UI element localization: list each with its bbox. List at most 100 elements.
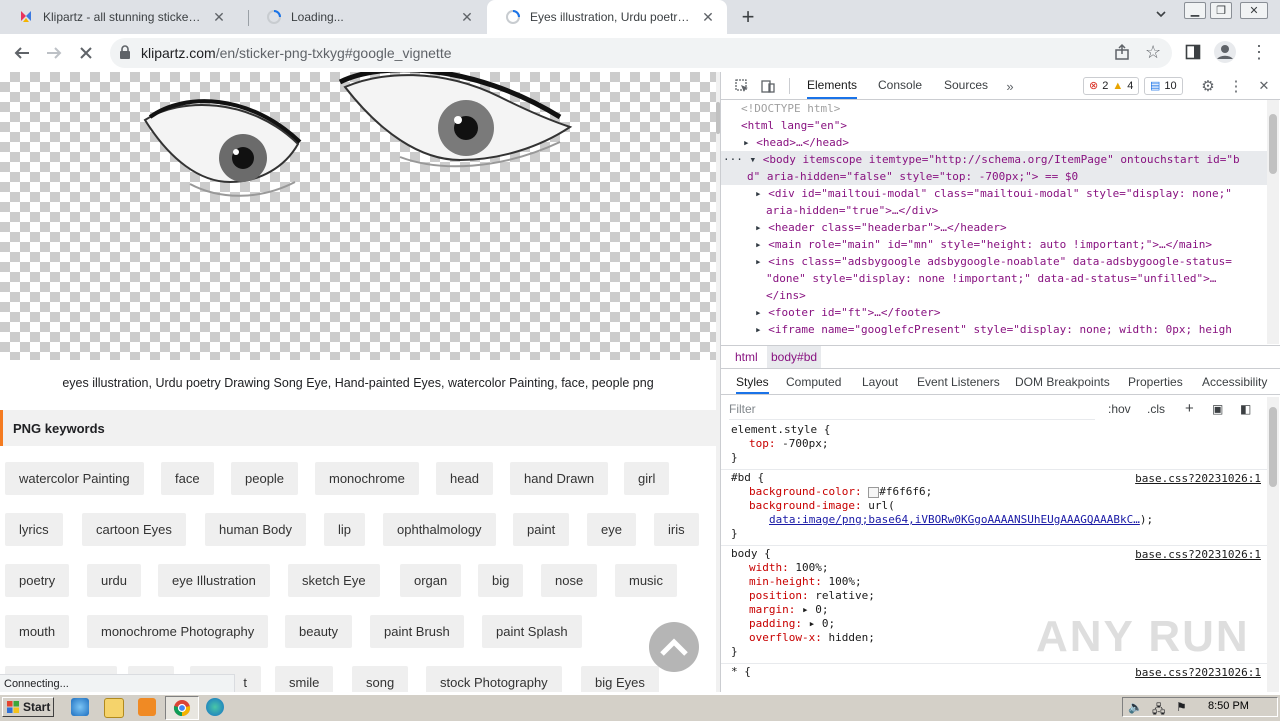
hover-state-toggle[interactable]: :hov (1108, 399, 1131, 419)
dom-node[interactable]: <!DOCTYPE html> (721, 100, 1267, 117)
close-tab-icon[interactable]: ✕ (458, 8, 476, 26)
device-toolbar-icon[interactable] (759, 77, 777, 95)
rule-source-link[interactable]: base.css?20231026:1 (1135, 472, 1261, 486)
back-arrow-icon[interactable] (8, 39, 36, 67)
computed-styles-toggle-icon[interactable]: ▣ (1212, 399, 1223, 419)
tab-dom-breakpoints[interactable]: DOM Breakpoints (1015, 370, 1110, 394)
keyword-chip[interactable]: stock Photography (426, 666, 562, 692)
keyword-chip[interactable]: monochrome Photography (87, 615, 269, 648)
rule-element-style[interactable]: element.style { top: -700px; } (721, 422, 1267, 470)
messages-badge[interactable]: ▤ 10 (1144, 77, 1183, 95)
tab-loading[interactable]: Loading... ✕ (248, 0, 486, 34)
keyword-chip[interactable]: human Body (205, 513, 306, 546)
toggle-sidebar-icon[interactable]: ◧ (1240, 399, 1251, 419)
devtools-menu-icon[interactable]: ⋮ (1227, 77, 1245, 95)
profile-avatar-icon[interactable] (1214, 41, 1236, 66)
keyword-chip[interactable]: lip (324, 513, 366, 546)
tab-klipartz[interactable]: Klipartz - all stunning sticker png ima … (0, 0, 238, 34)
kebab-menu-icon[interactable]: ⋮ (1250, 42, 1268, 63)
new-tab-button[interactable]: + (736, 5, 760, 29)
dom-node-selected-cont[interactable]: d" aria-hidden="false" style="top: -700p… (721, 168, 1267, 185)
dom-node[interactable]: ▸ <iframe name="googlefcPresent" style="… (721, 321, 1267, 338)
class-toggle[interactable]: .cls (1147, 399, 1165, 419)
tab-computed[interactable]: Computed (786, 370, 841, 394)
styles-scrollbar[interactable] (1267, 397, 1279, 692)
breadcrumb-body[interactable]: body#bd (767, 346, 822, 368)
media-player-icon[interactable] (138, 698, 156, 716)
keyword-chip[interactable]: lyrics (5, 513, 63, 546)
dom-scrollbar[interactable] (1267, 100, 1279, 344)
keyword-chip[interactable]: smile (275, 666, 334, 692)
close-devtools-icon[interactable]: ✕ (1255, 77, 1273, 95)
keyword-chip[interactable]: head (436, 462, 493, 495)
keyword-chip[interactable]: monochrome (315, 462, 419, 495)
chrome-taskbar-button[interactable] (165, 696, 199, 720)
keyword-chip[interactable]: eye (587, 513, 636, 546)
dom-node[interactable]: ▸ <header class="headerbar">…</header> (721, 219, 1267, 236)
dom-node[interactable]: ▸ <footer id="ft">…</footer> (721, 304, 1267, 321)
keyword-chip[interactable]: song (352, 666, 409, 692)
keyword-chip[interactable]: nose (541, 564, 598, 597)
css-property[interactable]: background-image: url( (731, 499, 1267, 513)
stop-loading-icon[interactable] (72, 39, 100, 67)
css-property[interactable]: position: relative; (731, 589, 1267, 603)
keyword-chip[interactable]: watercolor Painting (5, 462, 144, 495)
rule-source-link[interactable]: base.css?20231026:1 (1135, 666, 1261, 680)
styles-filter-input[interactable]: Filter (729, 399, 1095, 420)
css-property[interactable]: width: 100%; (731, 561, 1267, 575)
dom-node[interactable]: ▸ <head>…</head> (721, 134, 1267, 151)
keyword-chip[interactable]: paint (513, 513, 570, 546)
css-property-cont[interactable]: data:image/png;base64,iVBORw0KGgoAAAANSU… (731, 513, 1267, 527)
keyword-chip[interactable]: music (615, 564, 677, 597)
dom-node[interactable]: ▸ <div id="mailtoui-modal" class="mailto… (721, 185, 1267, 202)
keyword-chip[interactable]: cartoon Eyes (82, 513, 186, 546)
data-uri-link[interactable]: data:image/png;base64,iVBORw0KGgoAAAANSU… (769, 513, 1140, 526)
window-close-icon[interactable]: ✕ (1240, 2, 1268, 19)
css-property[interactable]: min-height: 100%; (731, 575, 1267, 589)
dom-node-cont[interactable]: "done" style="display: none !important;"… (721, 270, 1267, 287)
dom-node-cont[interactable]: </ins> (721, 287, 1267, 304)
dom-node[interactable]: <html lang="en"> (721, 117, 1267, 134)
tab-eyes-illustration[interactable]: Eyes illustration, Urdu poetry Drawin ✕ (487, 0, 727, 34)
tab-styles[interactable]: Styles (736, 370, 769, 394)
url-text[interactable]: klipartz.com/en/sticker-png-txkyg#google… (141, 45, 452, 61)
keyword-chip[interactable]: girl (624, 462, 670, 495)
keyword-chip[interactable]: face (161, 462, 214, 495)
close-tab-icon[interactable]: ✕ (699, 8, 717, 26)
keyword-chip[interactable]: big (478, 564, 524, 597)
new-rule-plus-icon[interactable]: + (1185, 399, 1194, 419)
color-swatch[interactable] (868, 486, 880, 498)
css-property[interactable]: top: -700px; (731, 437, 1267, 451)
tab-properties[interactable]: Properties (1128, 370, 1183, 394)
internet-explorer-icon[interactable] (71, 698, 89, 716)
errors-warnings-badge[interactable]: ⊗ 2 ▲ 4 (1083, 77, 1140, 95)
keyword-chip[interactable]: eye Illustration (158, 564, 270, 597)
keyword-chip[interactable]: hand Drawn (510, 462, 609, 495)
tab-accessibility[interactable]: Accessibility (1202, 370, 1267, 394)
edge-icon[interactable] (206, 698, 224, 716)
rule-star[interactable]: base.css?20231026:1 * { (721, 664, 1267, 683)
rule-source-link[interactable]: base.css?20231026:1 (1135, 548, 1261, 562)
keyword-chip[interactable]: people (231, 462, 299, 495)
keyword-chip[interactable]: beauty (285, 615, 353, 648)
keyword-chip[interactable]: paint Brush (370, 615, 464, 648)
keyword-chip[interactable]: paint Splash (482, 615, 582, 648)
volume-icon[interactable]: 🔈 (1128, 700, 1143, 714)
rule-bd[interactable]: base.css?20231026:1 #bd { background-col… (721, 470, 1267, 546)
tab-sources[interactable]: Sources (944, 72, 988, 99)
start-button[interactable]: Start (2, 697, 54, 717)
settings-gear-icon[interactable]: ⚙ (1199, 77, 1217, 95)
keyword-chip[interactable]: mouth (5, 615, 70, 648)
breadcrumb-html[interactable]: html (731, 346, 762, 368)
scroll-to-top-button[interactable] (649, 622, 699, 672)
bookmark-star-icon[interactable]: ☆ (1145, 42, 1161, 63)
more-tabs-icon[interactable]: » (1001, 77, 1019, 95)
close-tab-icon[interactable]: ✕ (210, 8, 228, 26)
dom-node-cont[interactable]: aria-hidden="true">…</div> (721, 202, 1267, 219)
restore-icon[interactable]: ❐ (1210, 2, 1232, 19)
dom-node[interactable]: ▸ <ins class="adsbygoogle adsbygoogle-no… (721, 253, 1267, 270)
keyword-chip[interactable]: iris (654, 513, 699, 546)
scrollbar-thumb[interactable] (1269, 114, 1277, 174)
keyword-chip[interactable]: organ (400, 564, 462, 597)
share-icon[interactable] (1113, 43, 1131, 64)
